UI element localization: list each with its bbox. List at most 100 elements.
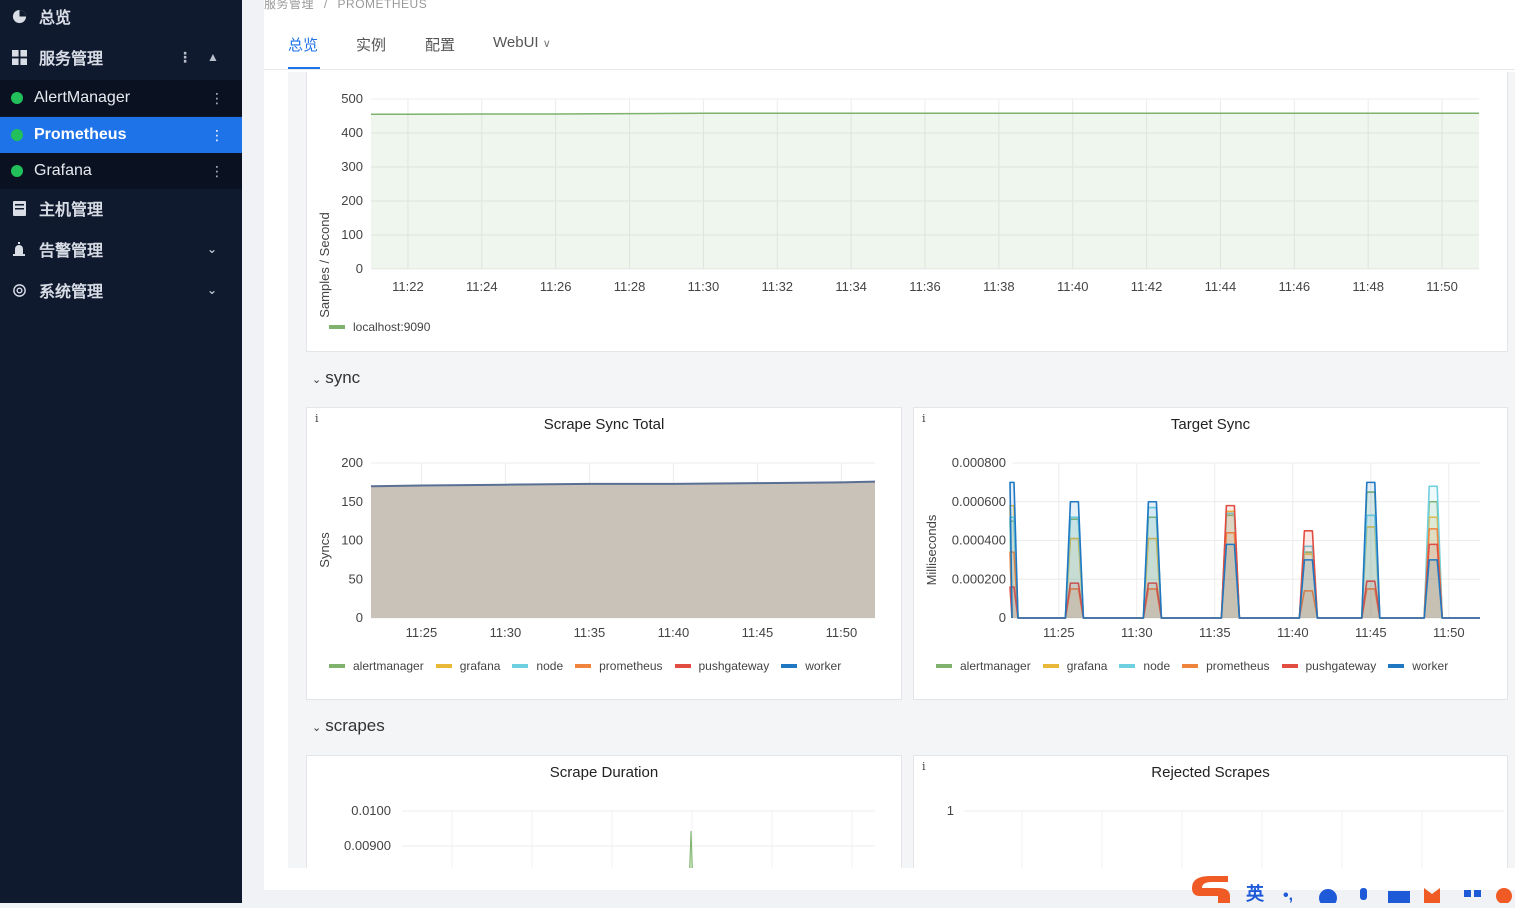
nav-overview[interactable]: 总览	[0, 4, 242, 28]
section-title: sync	[325, 368, 361, 387]
sidebar-item-alertmanager[interactable]: AlertManager ⋮	[0, 80, 242, 116]
legend-item[interactable]: prometheus	[575, 656, 663, 676]
nav-host-mgmt-label: 主机管理	[39, 202, 104, 219]
tab-webui[interactable]: WebUI ∨	[493, 34, 551, 51]
scrape-duration-chart: 0.0100 0.00900	[344, 803, 875, 868]
y-tick-label: 50	[349, 571, 363, 586]
y-ticks: 500 400 300 200 100 0	[341, 91, 363, 276]
tab-instances[interactable]: 实例	[356, 34, 386, 55]
sidebar-item-label: Prometheus	[34, 126, 127, 143]
dashboard-scroll-area[interactable]: Samples / Second 500 400 300 200 100 0 11:22 1…	[288, 72, 1515, 868]
skin-icon[interactable]	[1424, 888, 1440, 903]
sogou-logo-icon[interactable]	[1192, 876, 1230, 903]
status-dot-icon	[11, 92, 23, 104]
nav-system-mgmt[interactable]: 系统管理 ⌄	[0, 278, 242, 302]
chevron-up-icon[interactable]: ▲	[207, 50, 219, 64]
nav-service-mgmt-label: 服务管理	[39, 51, 104, 68]
nav-alert-mgmt[interactable]: 告警管理 ⌄	[0, 237, 242, 261]
x-tick-label: 11:40	[658, 625, 690, 640]
breadcrumb-parent[interactable]: 服务管理	[264, 0, 314, 11]
y-tick-label: 0	[356, 261, 363, 276]
legend-item[interactable]: grafana	[435, 656, 500, 676]
toolbox-icon[interactable]	[1464, 890, 1471, 897]
toolbox-icon-part	[1474, 890, 1481, 897]
y-tick-label: 0.000600	[952, 494, 1006, 509]
emoji-icon[interactable]	[1319, 889, 1337, 907]
y-tick-label: 150	[341, 494, 363, 509]
x-tick-label: 11:50	[826, 625, 858, 640]
chevron-down-icon: ⌄	[312, 374, 322, 386]
sidebar-item-grafana[interactable]: Grafana ⋮	[0, 153, 242, 189]
legend-label: worker	[1412, 659, 1449, 673]
legend-item[interactable]: pushgateway	[1281, 656, 1376, 676]
chevron-down-icon[interactable]: ⌄	[207, 242, 217, 256]
scrape-sync-panel: i Scrape Sync Total Syncs 200 150 100 50 0 1…	[306, 407, 902, 700]
legend-item[interactable]: alertmanager	[329, 656, 424, 676]
tab-overview[interactable]: 总览	[288, 34, 318, 55]
y-axis-label: Milliseconds	[924, 514, 939, 585]
legend-swatch	[1119, 664, 1136, 668]
breadcrumb-separator: /	[323, 0, 328, 11]
x-tick-label: 11:38	[983, 279, 1015, 294]
legend: alertmanager grafana node prometheus pushgat…	[936, 654, 1496, 676]
server-icon	[11, 200, 27, 216]
keyboard-icon[interactable]	[1388, 891, 1410, 903]
nav-overview-label: 总览	[39, 10, 72, 27]
x-tick-label: 11:40	[1057, 279, 1089, 294]
nav-host-mgmt[interactable]: 主机管理	[0, 196, 242, 220]
legend-item[interactable]: worker	[781, 656, 841, 676]
section-sync[interactable]: ⌄ sync	[312, 368, 360, 388]
x-tick-label: 11:35	[1199, 625, 1231, 640]
mascot-icon[interactable]	[1496, 888, 1512, 904]
legend-item[interactable]: localhost:9090	[329, 320, 430, 334]
legend-item[interactable]: node	[1119, 656, 1170, 676]
section-scrapes[interactable]: ⌄ scrapes	[312, 716, 385, 736]
alarm-icon	[11, 241, 27, 257]
active-tab-indicator	[288, 67, 320, 69]
legend-item[interactable]: pushgateway	[674, 656, 769, 676]
tab-config[interactable]: 配置	[425, 34, 455, 55]
x-tick-label: 11:34	[835, 279, 867, 294]
target-sync-panel: i Target Sync Milliseconds 0.000800 0.000…	[913, 407, 1508, 700]
microphone-icon[interactable]	[1360, 888, 1367, 900]
more-icon[interactable]: ⋮	[210, 127, 224, 144]
y-axis-label: Syncs	[317, 532, 332, 568]
legend-item[interactable]: worker	[1388, 656, 1448, 676]
ime-lang[interactable]: 英	[1245, 883, 1265, 904]
samples-chart: Samples / Second 5004003002001000 11:22 1…	[317, 91, 1479, 318]
legend-swatch	[1182, 664, 1199, 668]
breadcrumb-current: PROMETHEUS	[337, 0, 428, 11]
y-tick-label: 0.000800	[952, 455, 1006, 470]
legend-item[interactable]: grafana	[1042, 656, 1107, 676]
more-icon[interactable]: ⋮	[178, 49, 192, 66]
punctuation-icon[interactable]: •,	[1283, 887, 1293, 904]
dashboard-icon	[11, 8, 27, 24]
legend-item[interactable]: prometheus	[1182, 656, 1270, 676]
x-tick-label: 11:50	[1426, 279, 1458, 294]
y-ticks: 200 150 100 50 0	[341, 455, 363, 625]
legend-item[interactable]: node	[512, 656, 563, 676]
status-dot-icon	[11, 165, 23, 177]
legend-item[interactable]: alertmanager	[936, 656, 1031, 676]
nav-alert-mgmt-label: 告警管理	[39, 243, 104, 260]
series-area	[371, 113, 1479, 269]
series	[1009, 481, 1480, 619]
x-tick-label: 11:26	[540, 279, 572, 294]
chevron-down-icon[interactable]: ⌄	[207, 283, 217, 297]
nav-service-mgmt[interactable]: 服务管理 ⋮ ▲	[0, 45, 242, 69]
legend-swatch	[674, 664, 691, 668]
more-icon[interactable]: ⋮	[210, 163, 224, 180]
legend-swatch	[781, 664, 798, 668]
grid-icon	[11, 49, 27, 65]
legend-swatch	[435, 664, 452, 668]
sidebar-item-prometheus[interactable]: Prometheus ⋮	[0, 117, 242, 153]
legend-swatch	[1281, 664, 1298, 668]
y-tick-label: 0.00900	[344, 838, 391, 853]
status-dot-icon	[11, 129, 23, 141]
y-tick-label: 0.000400	[952, 533, 1006, 548]
y-tick-label: 200	[341, 455, 363, 470]
y-tick-label: 1	[947, 803, 954, 818]
sidebar-item-label: AlertManager	[34, 89, 131, 106]
rejected-scrapes-chart: 1	[947, 803, 1504, 868]
more-icon[interactable]: ⋮	[210, 90, 224, 107]
